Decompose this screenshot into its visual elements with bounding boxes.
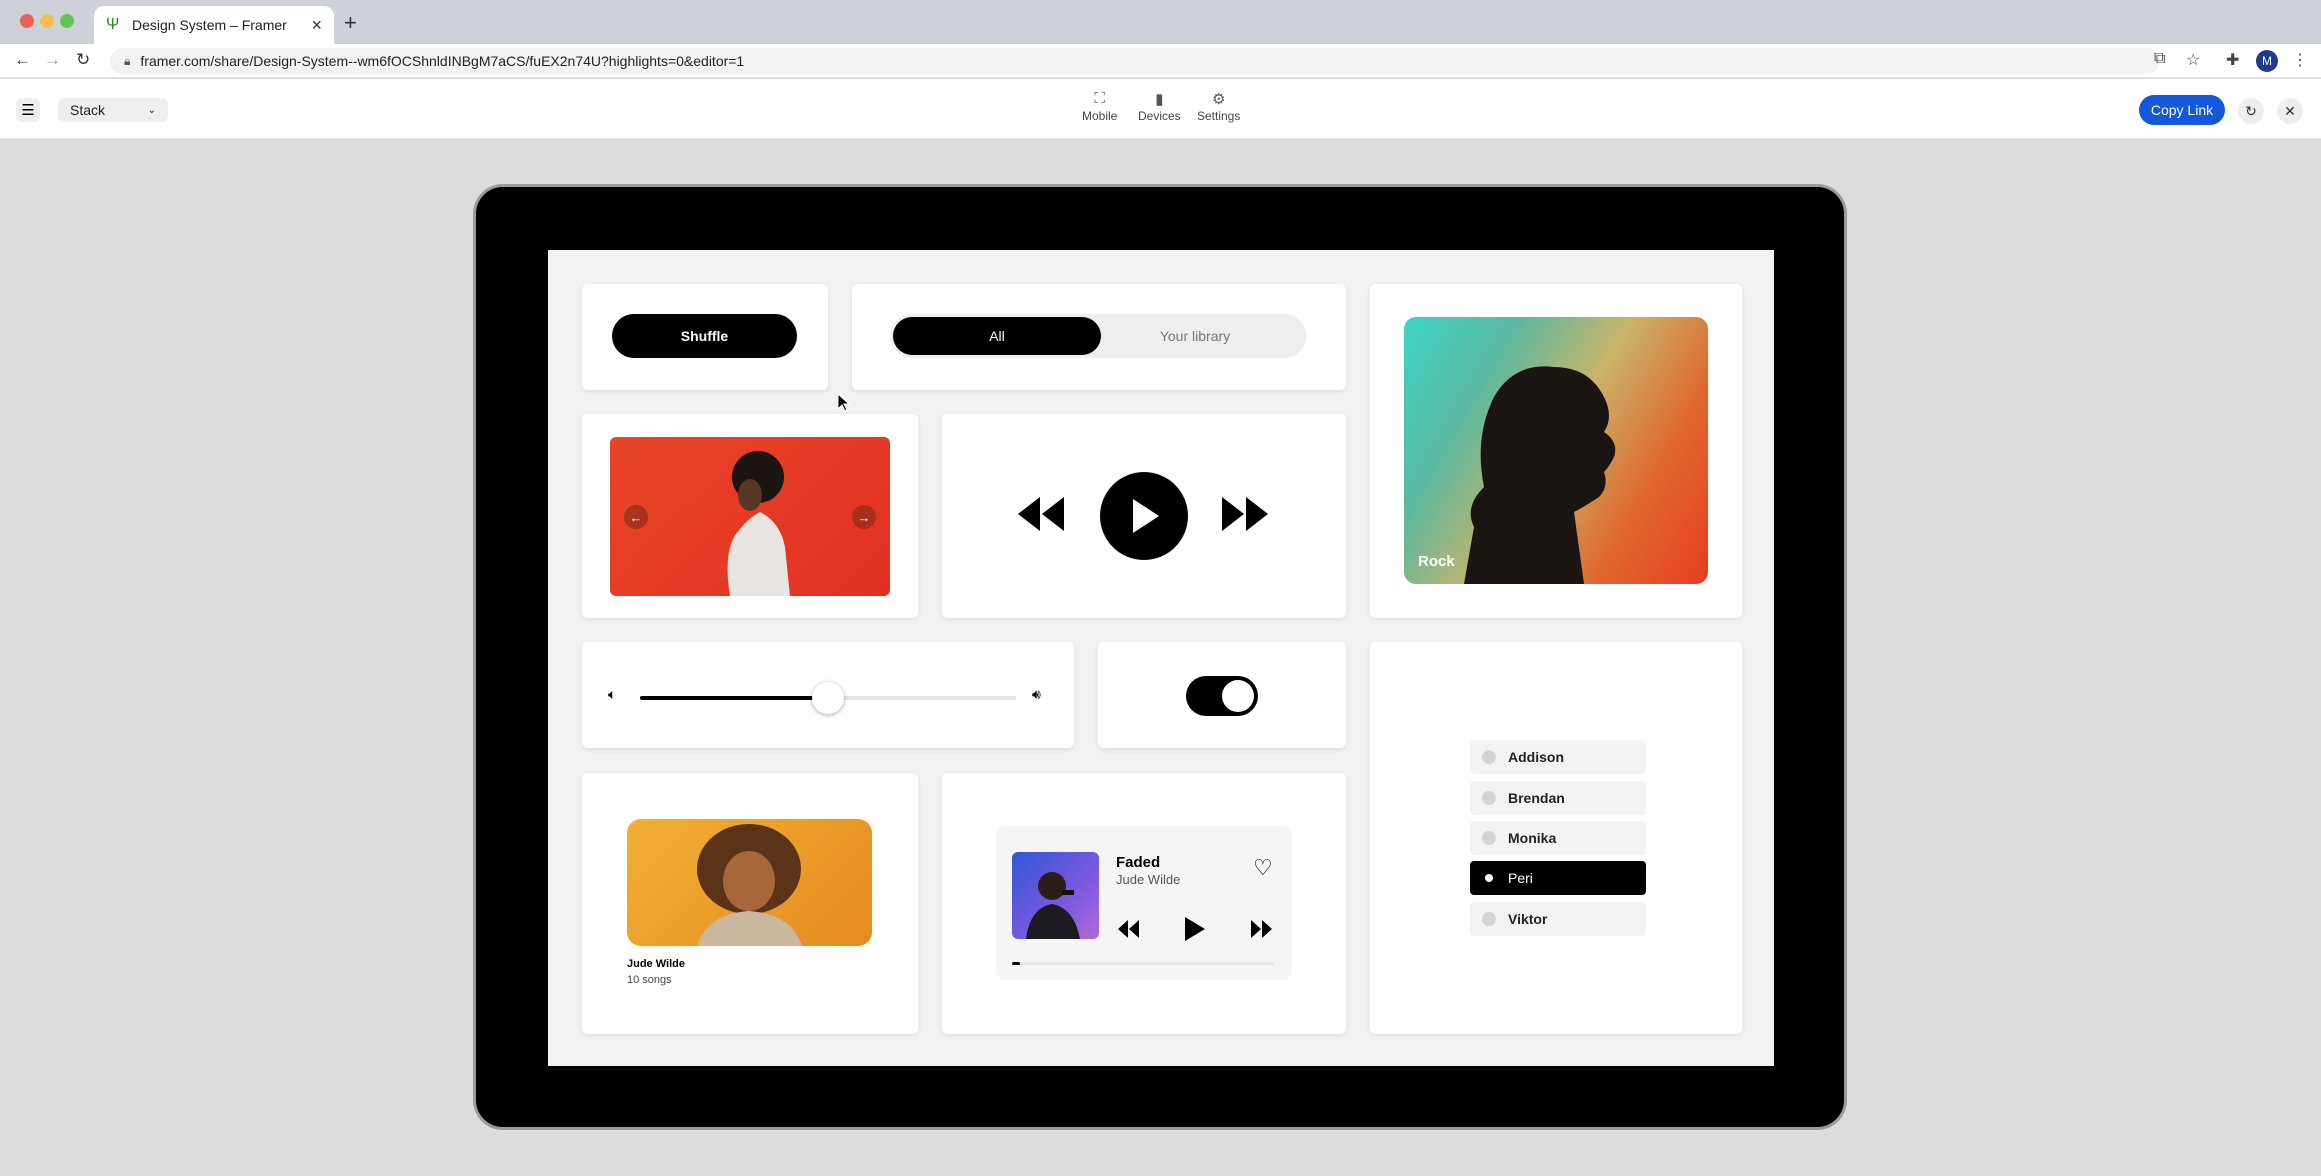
reload-icon[interactable]: ↻ bbox=[76, 50, 90, 70]
navigation-bar: ← → ↻ 🔒︎ framer.com/share/Design-System-… bbox=[0, 44, 2321, 78]
rewind-icon[interactable] bbox=[1018, 497, 1064, 531]
bookmark-star-icon[interactable]: ☆ bbox=[2186, 50, 2200, 70]
volume-slider-fill bbox=[640, 696, 828, 700]
radio-option-brendan[interactable]: Brendan bbox=[1470, 781, 1646, 815]
framer-toolbar: ☰ Stack ⌄ ⛶ Mobile ▮ Devices ⚙ Settings … bbox=[0, 79, 2321, 139]
radio-dot bbox=[1482, 831, 1496, 845]
devices-icon: ▮ bbox=[1155, 91, 1164, 108]
segment-all[interactable]: All bbox=[893, 317, 1101, 355]
copy-link-button[interactable]: Copy Link bbox=[2139, 95, 2225, 125]
stack-select-label: Stack bbox=[70, 102, 106, 118]
segmented-control: All Your library bbox=[890, 314, 1306, 358]
toolbar-item-label: Devices bbox=[1138, 109, 1181, 123]
volume-slider-thumb[interactable] bbox=[812, 682, 844, 714]
play-button[interactable] bbox=[1100, 472, 1188, 560]
lock-icon: 🔒︎ bbox=[124, 53, 131, 68]
url-text: framer.com/share/Design-System--wm6fOCSh… bbox=[140, 53, 745, 69]
song-title: Faded bbox=[1116, 854, 1161, 871]
tab-title: Design System – Framer bbox=[132, 17, 287, 33]
song-artist: Jude Wilde bbox=[1116, 872, 1181, 887]
mini-rewind-icon[interactable] bbox=[1118, 920, 1140, 938]
song-progress-fill bbox=[1012, 962, 1020, 965]
toggle-switch[interactable] bbox=[1186, 676, 1258, 716]
genre-label: Rock bbox=[1418, 553, 1455, 570]
radio-dot bbox=[1482, 750, 1496, 764]
maximize-window-button[interactable] bbox=[60, 14, 74, 28]
volume-low-icon[interactable]: 🔈︎ bbox=[608, 686, 616, 703]
radio-dot bbox=[1482, 791, 1496, 805]
address-bar[interactable]: 🔒︎ framer.com/share/Design-System--wm6fO… bbox=[110, 48, 2160, 74]
radio-option-label: Viktor bbox=[1508, 911, 1548, 927]
radio-option-addison[interactable]: Addison bbox=[1470, 740, 1646, 774]
segment-your-library[interactable]: Your library bbox=[1100, 314, 1290, 358]
close-window-button[interactable] bbox=[20, 14, 34, 28]
volume-high-icon[interactable]: 🔊︎ bbox=[1032, 686, 1041, 703]
carousel-next-arrow-icon[interactable]: → bbox=[852, 505, 876, 529]
radio-option-label: Brendan bbox=[1508, 790, 1565, 806]
radio-option-peri[interactable]: Peri bbox=[1470, 861, 1646, 895]
refresh-preview-icon[interactable]: ↻ bbox=[2238, 98, 2264, 124]
browser-tab[interactable]: Ψ Design System – Framer × bbox=[94, 6, 334, 44]
open-external-icon[interactable]: ⧉ bbox=[2154, 50, 2165, 68]
new-tab-icon[interactable]: + bbox=[344, 10, 357, 36]
toolbar-item-settings[interactable]: ⚙ Settings bbox=[1197, 90, 1240, 123]
radio-option-viktor[interactable]: Viktor bbox=[1470, 902, 1646, 936]
radio-option-label: Peri bbox=[1508, 870, 1533, 886]
sliders-icon: ⚙ bbox=[1211, 91, 1226, 108]
heart-icon[interactable]: ♡ bbox=[1253, 855, 1273, 881]
radio-dot-selected bbox=[1485, 874, 1493, 882]
song-artwork[interactable] bbox=[1012, 852, 1099, 939]
carousel-image: ← → bbox=[610, 437, 890, 596]
mini-forward-icon[interactable] bbox=[1251, 920, 1273, 938]
toolbar-item-label: Mobile bbox=[1082, 109, 1118, 123]
toolbar-item-devices[interactable]: ▮ Devices bbox=[1138, 90, 1181, 123]
toolbar-item-mobile[interactable]: ⛶ Mobile bbox=[1082, 90, 1117, 123]
artist-name: Jude Wilde bbox=[627, 958, 685, 970]
shuffle-button[interactable]: Shuffle bbox=[612, 314, 797, 358]
radio-dot bbox=[1482, 912, 1496, 926]
artist-image[interactable] bbox=[627, 819, 872, 946]
toolbar-item-label: Settings bbox=[1197, 109, 1241, 123]
radio-option-label: Monika bbox=[1508, 830, 1557, 846]
song-progress-track[interactable] bbox=[1012, 962, 1274, 965]
browser-tab-strip: Ψ Design System – Framer × + bbox=[0, 0, 2321, 44]
close-preview-icon[interactable]: ✕ bbox=[2277, 98, 2303, 124]
profile-avatar[interactable]: M bbox=[2256, 50, 2278, 72]
hamburger-menu-icon[interactable]: ☰ bbox=[16, 98, 40, 122]
fast-forward-icon[interactable] bbox=[1222, 497, 1268, 531]
mini-play-icon[interactable] bbox=[1185, 917, 1205, 941]
woman-profile-photo bbox=[727, 451, 790, 596]
chevron-down-icon: ⌄ bbox=[147, 104, 156, 116]
carousel-prev-arrow-icon[interactable]: ← bbox=[624, 505, 648, 529]
singer-photo bbox=[1026, 872, 1080, 939]
close-tab-icon[interactable]: × bbox=[311, 15, 322, 36]
artist-song-count: 10 songs bbox=[627, 974, 672, 986]
man-profile-silhouette bbox=[1464, 366, 1616, 584]
browser-menu-icon[interactable]: ⋮ bbox=[2292, 50, 2308, 70]
back-icon[interactable]: ← bbox=[14, 50, 31, 70]
rock-genre-image[interactable]: Rock bbox=[1404, 317, 1708, 584]
extensions-icon[interactable]: ✚ bbox=[2226, 50, 2239, 70]
mobile-frame-icon: ⛶ bbox=[1094, 90, 1105, 107]
minimize-window-button[interactable] bbox=[40, 14, 54, 28]
mouse-cursor-icon bbox=[838, 394, 850, 412]
radio-option-label: Addison bbox=[1508, 749, 1564, 765]
play-icon bbox=[1133, 499, 1159, 533]
forward-icon[interactable]: → bbox=[44, 50, 61, 70]
laughing-woman-photo bbox=[697, 824, 802, 946]
toggle-knob bbox=[1222, 680, 1254, 712]
framer-favicon-icon: Ψ bbox=[106, 16, 120, 33]
radio-option-monika[interactable]: Monika bbox=[1470, 821, 1646, 855]
stack-select[interactable]: Stack ⌄ bbox=[58, 98, 168, 122]
